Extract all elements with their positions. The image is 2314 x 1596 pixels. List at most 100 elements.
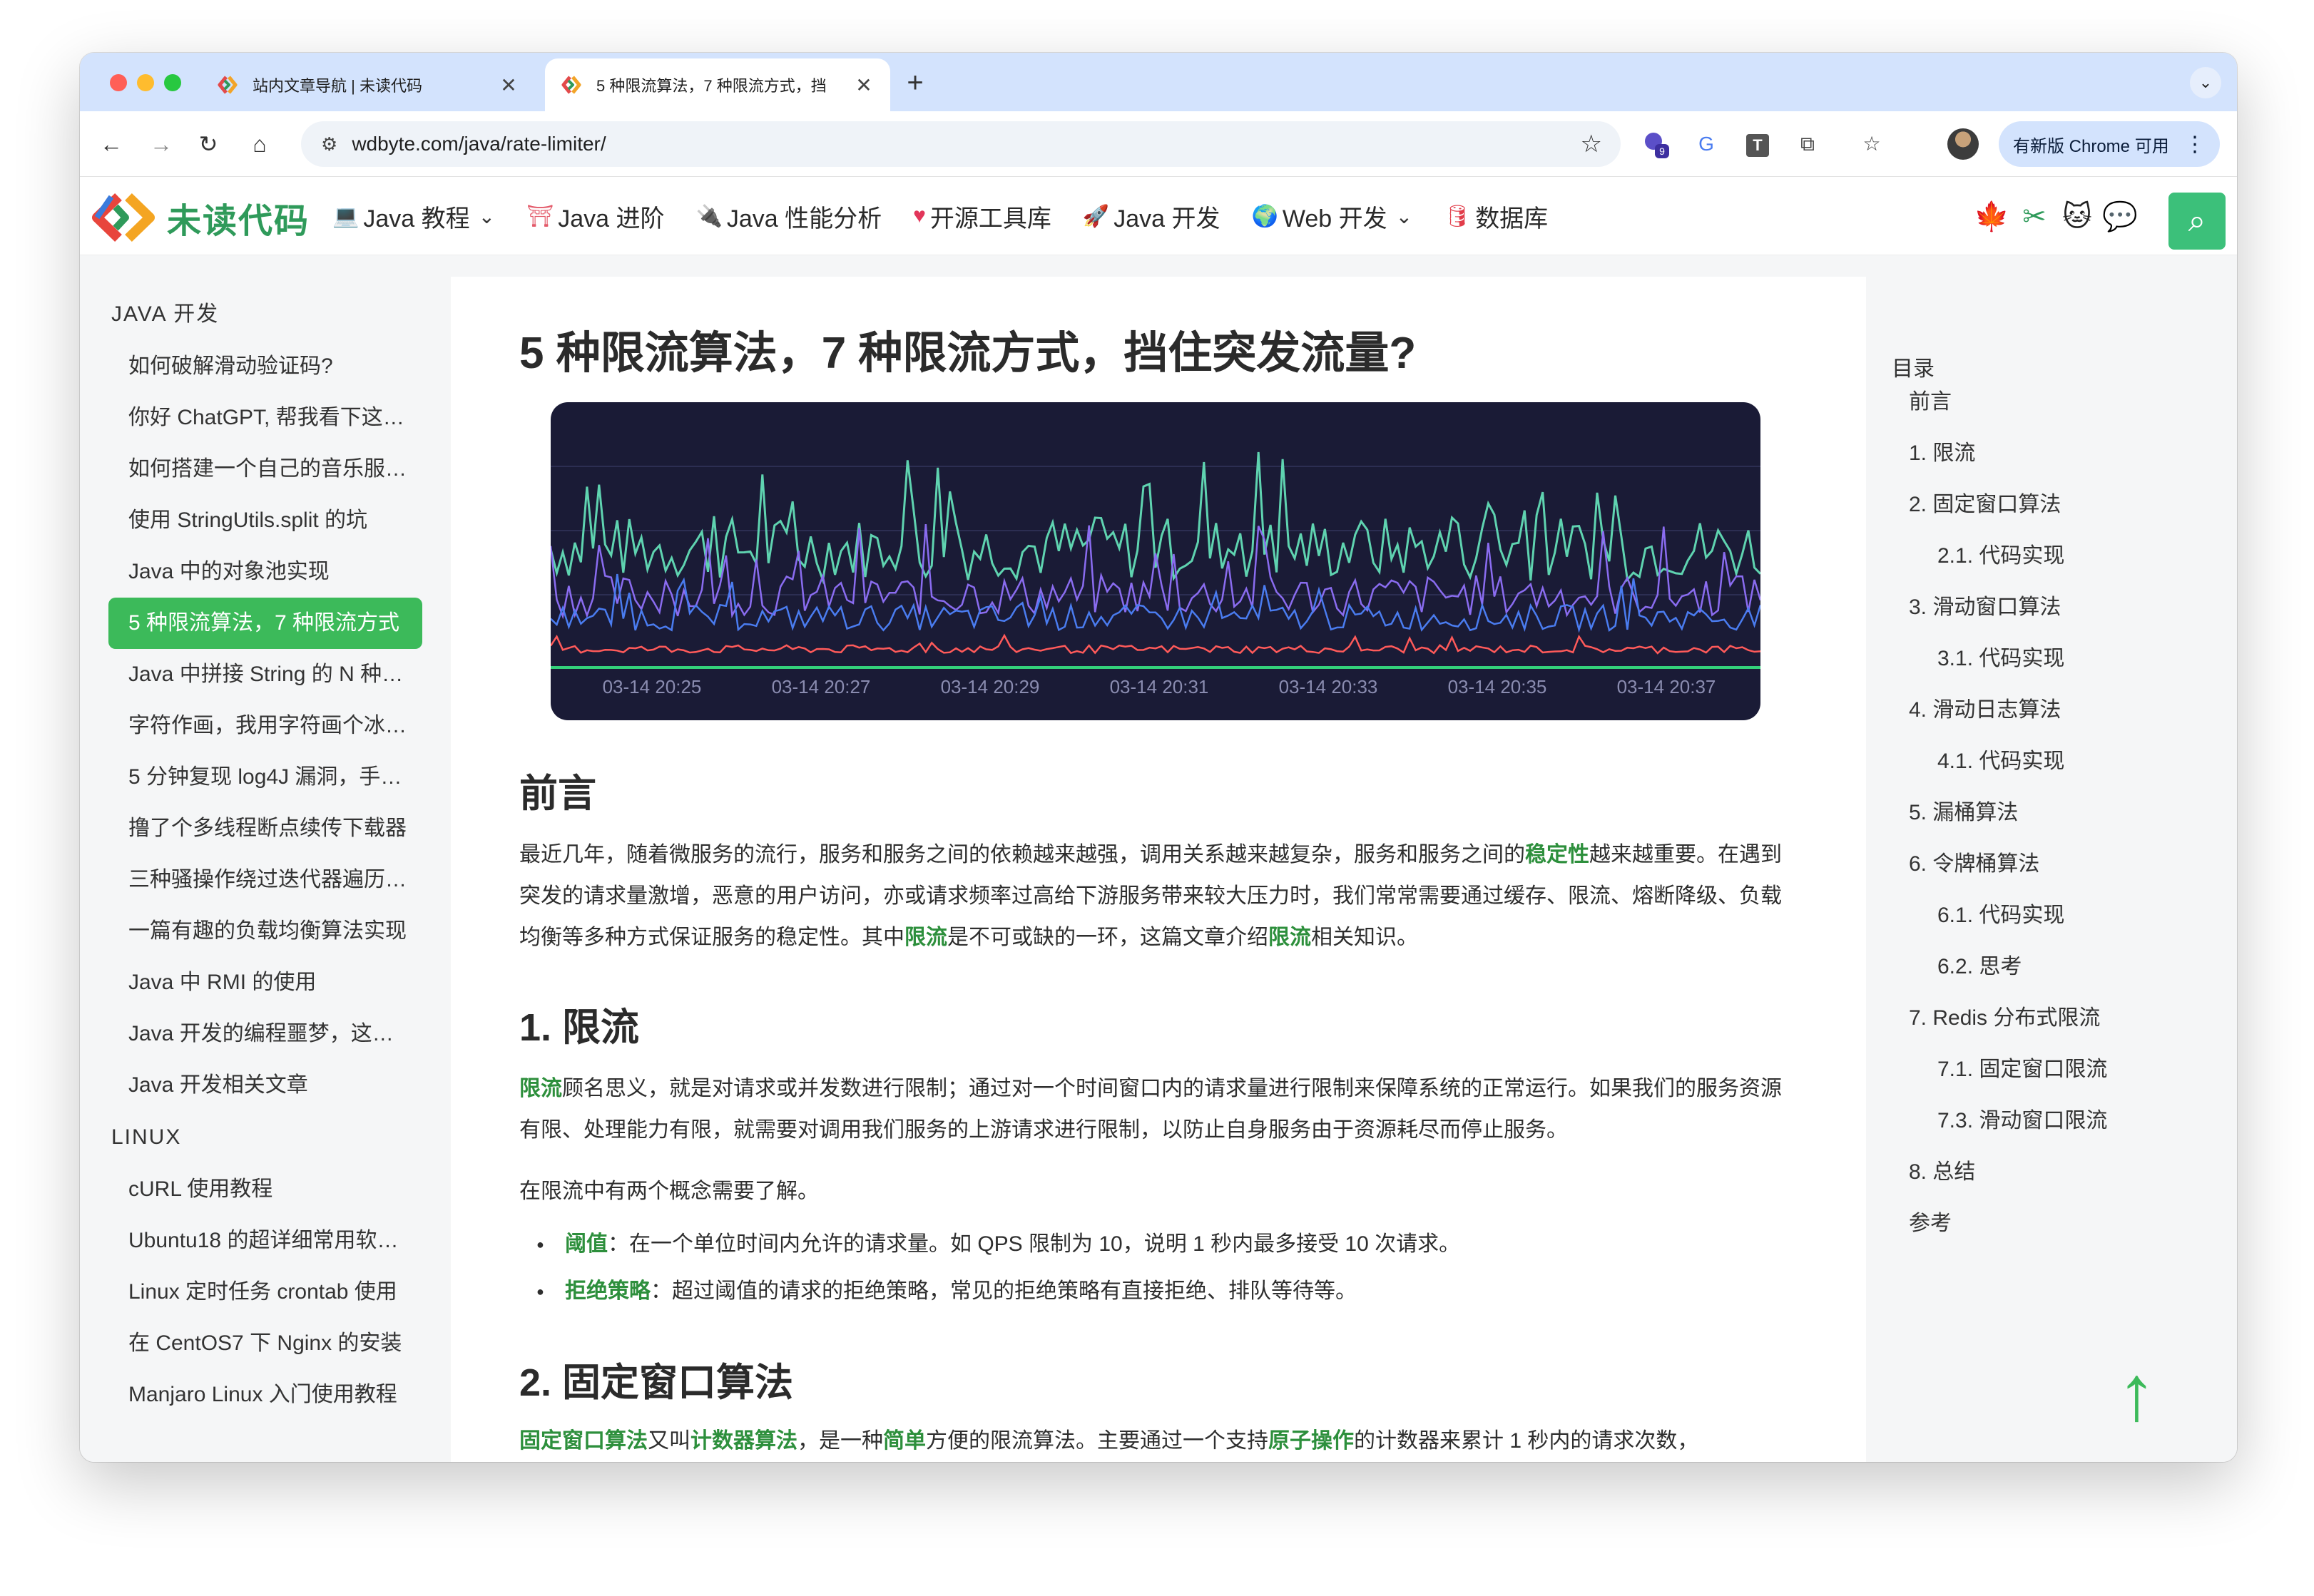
highlight-link[interactable]: 固定窗口算法 bbox=[519, 1429, 648, 1453]
toc-item[interactable]: 6. 令牌桶算法 bbox=[1909, 839, 2208, 890]
chrome-update-button[interactable]: 有新版 Chrome 可用 ⋮ bbox=[1999, 121, 2220, 167]
toc-item[interactable]: 7. Redis 分布式限流 bbox=[1909, 993, 2208, 1044]
url-text[interactable]: wdbyte.com/java/rate-limiter/ bbox=[352, 133, 1580, 155]
sidebar-item[interactable]: Linux 定时任务 crontab 使用 bbox=[108, 1267, 422, 1318]
sidebar-item[interactable]: Java 中 RMI 的使用 bbox=[108, 957, 422, 1008]
heart-icon: ♥ bbox=[913, 204, 926, 227]
toc-item[interactable]: 5. 漏桶算法 bbox=[1909, 787, 2208, 839]
site-header: 未读代码 💻 Java 教程 ⌄ ⛩ Java 进阶 🔌 Java 性能分析 ♥… bbox=[80, 177, 2237, 255]
nav-open-source-tools[interactable]: ♥ 开源工具库 bbox=[913, 199, 1051, 234]
sidebar-item[interactable]: 如何破解滑动验证码? bbox=[108, 341, 422, 392]
logo-mark-icon bbox=[92, 193, 155, 242]
highlight-link[interactable]: 限流 bbox=[519, 1077, 562, 1100]
nav-java-dev[interactable]: 🚀 Java 开发 bbox=[1083, 199, 1220, 234]
tab-close-icon[interactable]: ✕ bbox=[498, 73, 519, 97]
sidebar-item[interactable]: 如何搭建一个自己的音乐服务器 bbox=[108, 444, 422, 495]
browser-window: 站内文章导航 | 未读代码 ✕ 5 种限流算法，7 种限流方式，挡 ✕ + ⌄ … bbox=[80, 53, 2237, 1462]
tools-icon[interactable]: ✂ bbox=[2016, 198, 2053, 235]
toc-item[interactable]: 4.1. 代码实现 bbox=[1909, 736, 2208, 787]
nav-java-tutorial[interactable]: 💻 Java 教程 ⌄ bbox=[332, 199, 495, 234]
toc-item[interactable]: 8. 总结 bbox=[1909, 1147, 2208, 1198]
chevron-down-icon: ⌄ bbox=[1395, 205, 1413, 227]
home-icon[interactable]: ⌂ bbox=[243, 127, 277, 161]
hero-series-line bbox=[551, 451, 1760, 585]
text-run: 最近几年，随着微服务的流行，服务和服务之间的依赖越来越强，调用关系越来越复杂，服… bbox=[519, 843, 1525, 866]
sidebar-item[interactable]: 在 CentOS7 下 Nginx 的安装 bbox=[108, 1318, 422, 1369]
search-button[interactable]: ⌕ bbox=[2168, 193, 2226, 250]
toc-item[interactable]: 3.1. 代码实现 bbox=[1909, 633, 2208, 685]
site-info-icon[interactable]: ⚙ bbox=[321, 133, 337, 155]
sidebar-item[interactable]: Java 中的对象池实现 bbox=[108, 546, 422, 598]
toc-item[interactable]: 6.1. 代码实现 bbox=[1909, 890, 2208, 941]
highlight-link[interactable]: 原子操作 bbox=[1268, 1429, 1354, 1453]
back-arrow-icon[interactable]: ← bbox=[94, 127, 128, 161]
sidebar-item[interactable]: Java 开发的编程噩梦，这些坑你没踩过 bbox=[108, 1008, 422, 1060]
toc-item[interactable]: 1. 限流 bbox=[1909, 428, 2208, 479]
zoom-window-button[interactable] bbox=[164, 74, 181, 91]
menu-dots-icon[interactable]: ⋮ bbox=[2184, 132, 2206, 157]
close-window-button[interactable] bbox=[110, 74, 127, 91]
rocket-icon: 🚀 bbox=[1082, 204, 1110, 228]
tab-search-chevron-icon[interactable]: ⌄ bbox=[2190, 67, 2221, 98]
sidebar-item[interactable]: 撸了个多线程断点续传下载器 bbox=[108, 803, 422, 854]
minimize-window-button[interactable] bbox=[137, 74, 154, 91]
address-bar[interactable]: ⚙ wdbyte.com/java/rate-limiter/ ☆ bbox=[301, 121, 1621, 167]
tab-site-index[interactable]: 站内文章导航 | 未读代码 ✕ bbox=[201, 58, 535, 111]
sidebar-item[interactable]: 使用 StringUtils.split 的坑 bbox=[108, 495, 422, 546]
highlight-link[interactable]: 简单 bbox=[883, 1429, 926, 1453]
bookmark-star-icon[interactable]: ☆ bbox=[1581, 130, 1602, 158]
sidebar-item[interactable]: 你好 ChatGPT, 帮我看下这段代码 bbox=[108, 392, 422, 444]
sidebar-item[interactable]: Ubuntu18 的超详细常用软件安装 bbox=[108, 1215, 422, 1267]
sidebar-item[interactable]: 三种骚操作绕过迭代器遍历时的数据修改异常 bbox=[108, 854, 422, 906]
sidebar-item[interactable]: 5 分钟复现 log4J 漏洞，手把手 bbox=[108, 752, 422, 803]
toc-item[interactable]: 7.3. 滑动窗口限流 bbox=[1909, 1095, 2208, 1147]
extension-puzzle-badge-icon[interactable]: 9 bbox=[1641, 128, 1672, 160]
toc-item[interactable]: 4. 滑动日志算法 bbox=[1909, 685, 2208, 736]
highlight-link[interactable]: 限流 bbox=[1268, 926, 1311, 949]
sidebar-item-active[interactable]: 5 种限流算法，7 种限流方式 bbox=[108, 598, 422, 649]
extensions-puzzle-icon[interactable]: ⧉ bbox=[1792, 128, 1823, 160]
nav-web-dev[interactable]: 🌍 Web 开发 ⌄ bbox=[1252, 199, 1413, 234]
text-run: 相关知识。 bbox=[1311, 926, 1418, 949]
back-to-top-arrow-icon[interactable]: ↑ bbox=[2117, 1354, 2156, 1433]
profile-avatar[interactable] bbox=[1947, 128, 1979, 160]
wechat-icon[interactable]: 💬 bbox=[2101, 198, 2139, 235]
tab-rate-limiter[interactable]: 5 种限流算法，7 种限流方式，挡 ✕ bbox=[545, 58, 890, 111]
highlight-link[interactable]: 拒绝策略 bbox=[565, 1279, 651, 1303]
toc-item[interactable]: 参考 bbox=[1909, 1198, 2208, 1249]
hero-x-tick-label: 03-14 20:37 bbox=[1617, 676, 1716, 697]
sidebar-item[interactable]: Manjaro Linux 入门使用教程 bbox=[108, 1369, 422, 1421]
sidebar-item[interactable]: Java 开发相关文章 bbox=[108, 1060, 422, 1111]
nav-database[interactable]: 🛢 数据库 bbox=[1444, 199, 1548, 234]
github-cat-icon[interactable]: 🐱 bbox=[2059, 198, 2096, 235]
nav-java-advanced[interactable]: ⛩ Java 进阶 bbox=[526, 199, 664, 234]
highlight-link[interactable]: 阈值 bbox=[565, 1232, 608, 1256]
hero-x-tick-label: 03-14 20:35 bbox=[1448, 676, 1547, 697]
paragraph-fixed-window: 固定窗口算法又叫计数器算法，是一种简单方便的限流算法。主要通过一个支持原子操作的… bbox=[519, 1421, 1796, 1462]
toc-item[interactable]: 3. 滑动窗口算法 bbox=[1909, 582, 2208, 633]
reading-list-star-icon[interactable]: ☆ bbox=[1856, 128, 1887, 160]
maple-leaf-icon[interactable]: 🍁 bbox=[1973, 198, 2010, 235]
reload-icon[interactable]: ↻ bbox=[191, 127, 225, 161]
paragraph-concepts: 在限流中有两个概念需要了解。 bbox=[519, 1180, 819, 1203]
translate-icon[interactable]: G bbox=[1691, 128, 1722, 160]
sidebar-item[interactable]: 一篇有趣的负载均衡算法实现 bbox=[108, 906, 422, 957]
highlight-link[interactable]: 稳定性 bbox=[1525, 843, 1589, 866]
toc-item[interactable]: 7.1. 固定窗口限流 bbox=[1909, 1044, 2208, 1095]
highlight-link[interactable]: 限流 bbox=[904, 926, 947, 949]
sidebar-item[interactable]: 字符作画，我用字符画个冰墩墩 bbox=[108, 700, 422, 752]
toc-item[interactable]: 前言 bbox=[1909, 377, 2208, 428]
toc-item[interactable]: 2. 固定窗口算法 bbox=[1909, 479, 2208, 531]
text-extension-icon[interactable]: T bbox=[1742, 128, 1773, 160]
nav-java-performance[interactable]: 🔌 Java 性能分析 bbox=[695, 199, 882, 234]
sidebar-item[interactable]: Java 中拼接 String 的 N 种方式 bbox=[108, 649, 422, 700]
toc-item[interactable]: 2.1. 代码实现 bbox=[1909, 531, 2208, 582]
highlight-link[interactable]: 计数器算法 bbox=[690, 1429, 797, 1453]
sidebar-item[interactable]: cURL 使用教程 bbox=[108, 1164, 422, 1215]
tab-close-icon[interactable]: ✕ bbox=[853, 73, 875, 97]
toc-item[interactable]: 6.2. 思考 bbox=[1909, 941, 2208, 993]
forward-arrow-icon[interactable]: → bbox=[144, 127, 178, 161]
new-tab-button[interactable]: + bbox=[897, 67, 933, 99]
text-run: 是不可或缺的一环，这篇文章介绍 bbox=[947, 926, 1268, 949]
site-logo[interactable]: 未读代码 bbox=[90, 193, 310, 242]
